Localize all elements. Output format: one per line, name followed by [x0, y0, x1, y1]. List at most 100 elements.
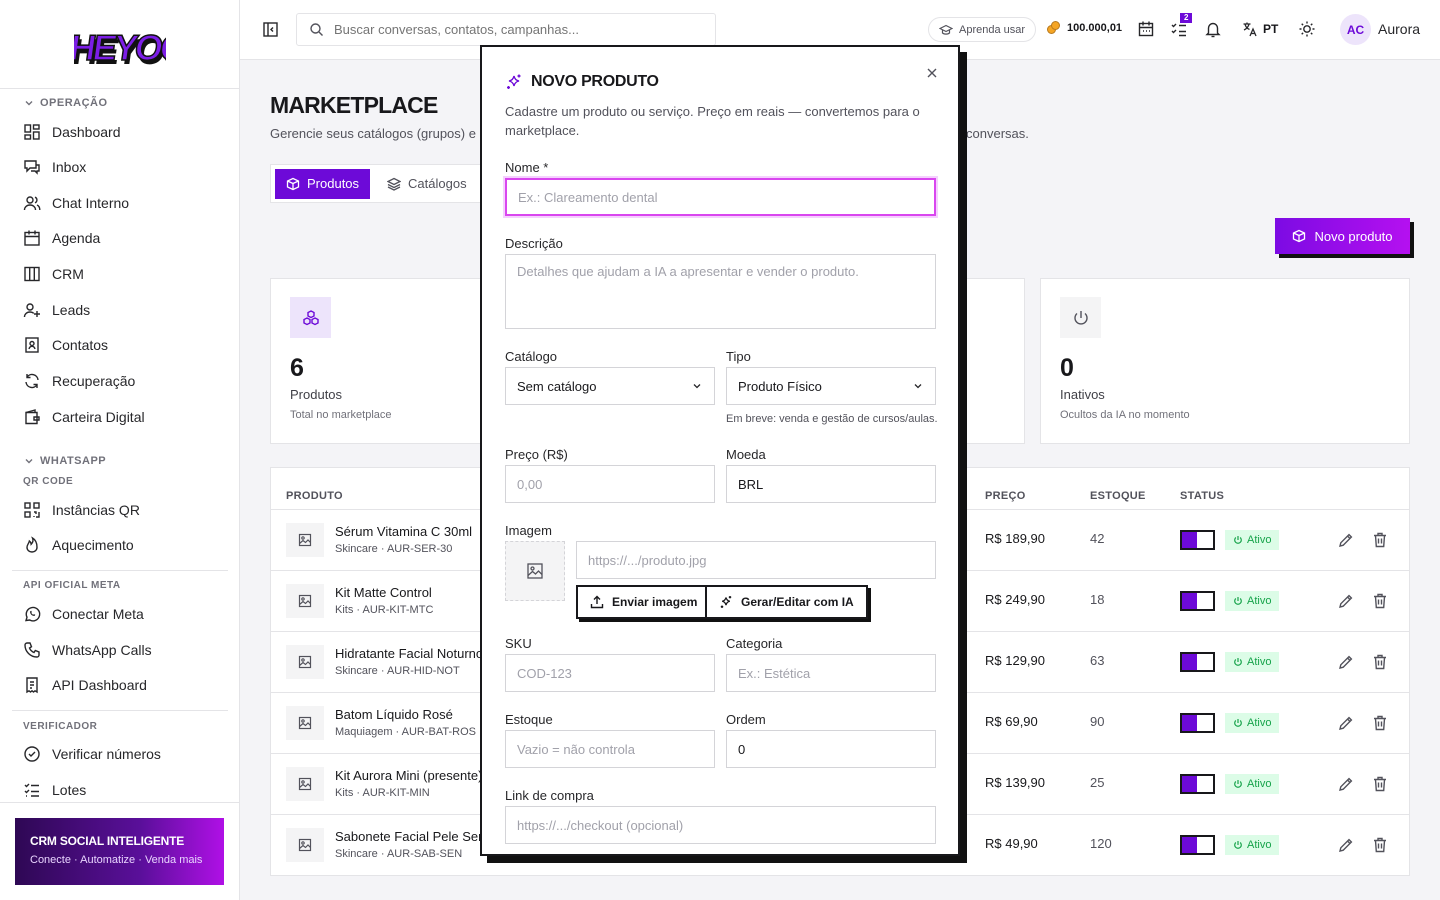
promo-title: CRM SOCIAL INTELIGENTE — [30, 834, 185, 848]
close-icon[interactable] — [925, 66, 939, 80]
ai-edit-button[interactable]: Gerar/Editar com IA — [705, 585, 868, 619]
status-toggle[interactable] — [1180, 530, 1215, 550]
nav-verificar-numeros[interactable]: Verificar números — [23, 742, 161, 766]
edit-icon[interactable] — [1337, 775, 1355, 793]
calendar-icon[interactable] — [1137, 20, 1155, 38]
nav-label: Recuperação — [52, 373, 136, 389]
descricao-textarea[interactable]: Detalhes que ajudam a IA a apresentar e … — [505, 254, 936, 329]
categoria-input[interactable]: Ex.: Estética — [726, 654, 936, 692]
status-toggle[interactable] — [1180, 591, 1215, 611]
section-operacao[interactable]: OPERAÇÃO — [24, 97, 108, 109]
power-icon — [1234, 841, 1242, 849]
refresh-icon — [25, 373, 39, 389]
nav-instancias-qr[interactable]: Instâncias QR — [23, 498, 140, 522]
global-search[interactable] — [296, 13, 716, 46]
nav-carteira-digital[interactable]: Carteira Digital — [23, 405, 145, 429]
section-whatsapp[interactable]: WHATSAPP — [24, 455, 106, 467]
edit-icon[interactable] — [1337, 653, 1355, 671]
translate-icon — [1243, 22, 1257, 37]
status-toggle[interactable] — [1180, 774, 1215, 794]
search-input[interactable] — [334, 22, 694, 37]
nav-aquecimento[interactable]: Aquecimento — [23, 533, 134, 557]
sidebar-toggle-icon[interactable] — [262, 21, 279, 38]
svg-text:HEYOO: HEYOO — [74, 27, 166, 68]
list-check-icon — [24, 783, 39, 797]
nav-chat-interno[interactable]: Chat Interno — [23, 191, 129, 215]
product-name[interactable]: Kit Matte Control — [335, 585, 483, 600]
image-preview — [505, 541, 565, 601]
nav-recuperacao[interactable]: Recuperação — [23, 369, 135, 393]
nav-inbox[interactable]: Inbox — [23, 155, 86, 179]
nav-crm[interactable]: CRM — [23, 262, 84, 286]
product-name[interactable]: Sérum Vitamina C 30ml — [335, 524, 483, 539]
status-toggle[interactable] — [1180, 652, 1215, 672]
page-subtitle: Gerencie seus catálogos (grupos) e p — [270, 126, 487, 141]
tasks-badge: 2 — [1180, 13, 1193, 23]
bell-icon[interactable] — [1204, 20, 1222, 38]
product-name[interactable]: Hidratante Facial Noturno — [335, 646, 483, 661]
user-name[interactable]: Aurora — [1378, 21, 1420, 37]
chevron-down-icon — [693, 384, 701, 389]
tab-label: Produtos — [307, 176, 360, 191]
product-meta: Kits · AUR-KIT-MIN — [335, 787, 430, 799]
estoque-input[interactable]: Vazio = não controla — [505, 730, 715, 768]
nav-contatos[interactable]: Contatos — [23, 333, 108, 357]
tipo-select[interactable]: Produto Físico — [726, 367, 936, 405]
preco-input[interactable]: 0,00 — [505, 465, 715, 503]
product-name[interactable]: Kit Aurora Mini (presente) — [335, 768, 483, 783]
check-circle-icon — [24, 746, 40, 762]
coin-balance[interactable]: 100.000,01 — [1046, 20, 1122, 35]
heyoo-logo[interactable]: HEYOO HEYOO — [74, 20, 166, 70]
chevron-down-icon — [25, 101, 33, 106]
language-switcher[interactable]: PT — [1242, 21, 1278, 37]
trash-icon[interactable] — [1371, 836, 1389, 854]
trash-icon[interactable] — [1371, 592, 1389, 610]
nav-dashboard[interactable]: Dashboard — [23, 120, 121, 144]
catalogo-select[interactable]: Sem catálogo — [505, 367, 715, 405]
ordem-input[interactable]: 0 — [726, 730, 936, 768]
product-name[interactable]: Batom Líquido Rosé — [335, 707, 483, 722]
trash-icon[interactable] — [1371, 531, 1389, 549]
tab-produtos[interactable]: Produtos — [275, 168, 371, 199]
link-input[interactable]: https://.../checkout (opcional) — [505, 806, 936, 844]
nav-label: Leads — [52, 302, 91, 318]
trash-icon[interactable] — [1371, 775, 1389, 793]
image-placeholder-icon — [286, 828, 324, 862]
imagem-url-input[interactable]: https://.../produto.jpg — [576, 541, 936, 579]
power-icon — [1234, 719, 1242, 727]
product-price: R$ 139,90 — [985, 775, 1045, 790]
status-toggle[interactable] — [1180, 713, 1215, 733]
theme-toggle-icon[interactable] — [1298, 20, 1316, 38]
edit-icon[interactable] — [1337, 836, 1355, 854]
edit-icon[interactable] — [1337, 714, 1355, 732]
descricao-label: Descrição — [505, 236, 563, 251]
nav-leads[interactable]: Leads — [23, 298, 90, 322]
flame-icon — [26, 536, 38, 553]
nome-input[interactable]: Ex.: Clareamento dental — [505, 178, 936, 216]
nav-whatsapp-calls[interactable]: WhatsApp Calls — [23, 638, 152, 662]
new-product-label: Novo produto — [1314, 228, 1393, 244]
status-badge: Ativo — [1225, 652, 1280, 672]
moeda-input[interactable]: BRL — [726, 465, 936, 503]
promo-banner[interactable]: CRM SOCIAL INTELIGENTE Conecte · Automat… — [15, 818, 224, 885]
edit-icon[interactable] — [1337, 592, 1355, 610]
learn-button[interactable]: Aprenda usar — [928, 17, 1037, 42]
product-name[interactable]: Sabonete Facial Pele Sensível — [335, 829, 483, 844]
new-product-button[interactable]: Novo produto — [1275, 218, 1410, 254]
nav-agenda[interactable]: Agenda — [23, 226, 100, 250]
status-toggle[interactable] — [1180, 835, 1215, 855]
product-price: R$ 129,90 — [985, 653, 1045, 668]
status-badge: Ativo — [1225, 530, 1280, 550]
sku-input[interactable]: COD-123 — [505, 654, 715, 692]
nav-conectar-meta[interactable]: Conectar Meta — [23, 602, 144, 626]
trash-icon[interactable] — [1371, 653, 1389, 671]
nav-lotes[interactable]: Lotes — [23, 778, 86, 802]
upload-image-button[interactable]: Enviar imagem — [576, 585, 712, 619]
tab-catalogos[interactable]: Catálogos — [376, 169, 478, 199]
edit-icon[interactable] — [1337, 531, 1355, 549]
nav-api-dashboard[interactable]: API Dashboard — [23, 673, 147, 697]
search-icon — [310, 23, 323, 36]
avatar[interactable]: AC — [1340, 14, 1371, 45]
trash-icon[interactable] — [1371, 714, 1389, 732]
dashboard-icon — [24, 124, 40, 140]
